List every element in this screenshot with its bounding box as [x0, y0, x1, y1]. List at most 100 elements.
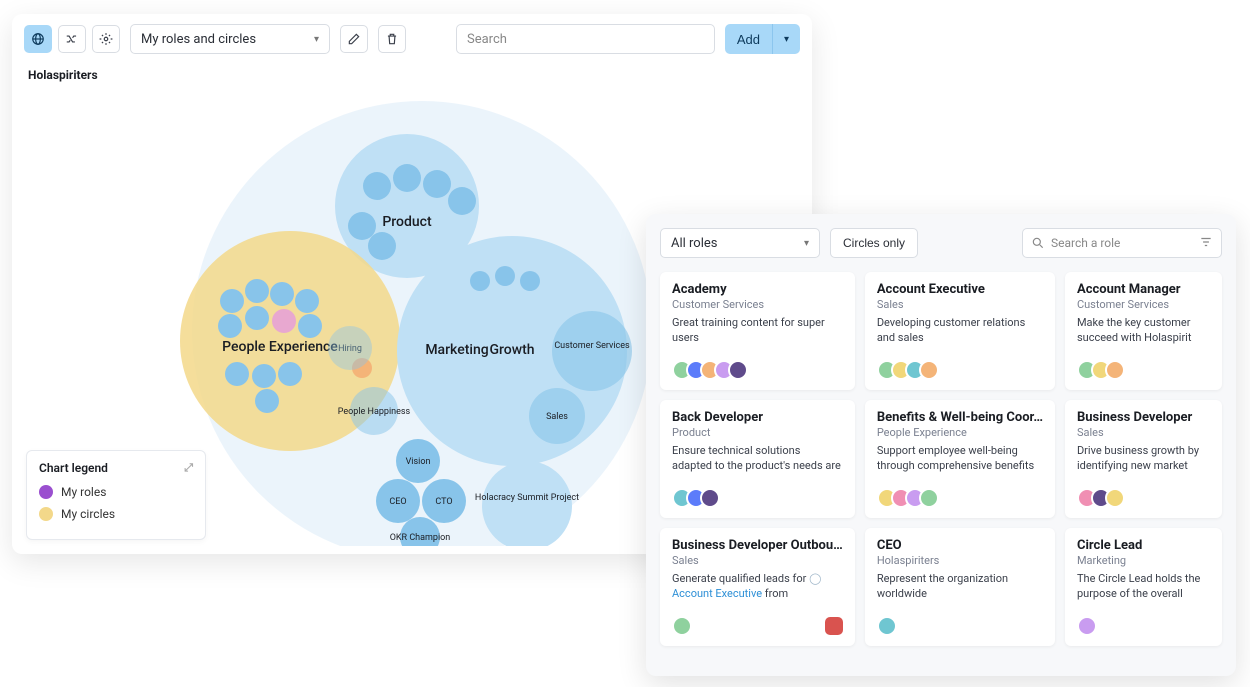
globe-icon [31, 32, 45, 46]
map-search-input[interactable]: Search [456, 24, 715, 54]
legend-label: My roles [61, 485, 106, 499]
card-circle: Customer Services [1077, 298, 1210, 311]
card-avatars [877, 608, 1043, 636]
card-title: Benefits & Well-being Coor… [877, 410, 1043, 425]
card-title: Back Developer [672, 410, 843, 425]
legend-item-circles: My circles [39, 507, 193, 521]
swatch-purple [39, 485, 53, 499]
card-avatars [877, 352, 1043, 380]
roles-toolbar: All roles ▾ Circles only Search a role [660, 228, 1222, 258]
holaspirit-badge [825, 617, 843, 635]
role-card[interactable]: Business Developer Sales Drive business … [1065, 400, 1222, 518]
card-desc: Developing customer relations and sales [877, 316, 1043, 346]
gear-icon [99, 32, 113, 46]
card-title: Account Manager [1077, 282, 1210, 297]
circles-only-toggle[interactable]: Circles only [830, 228, 918, 258]
svg-text:Vision: Vision [406, 457, 431, 467]
card-desc: Represent the organization worldwide [877, 572, 1043, 602]
role-card[interactable]: CEO Holaspiriters Represent the organiza… [865, 528, 1055, 646]
svg-text:Sales: Sales [546, 412, 568, 422]
card-title: CEO [877, 538, 1043, 553]
avatar [919, 488, 939, 508]
swatch-yellow [39, 507, 53, 521]
role-card[interactable]: Business Developer Outbou… Sales Generat… [660, 528, 855, 646]
view-mode-group [24, 25, 120, 53]
card-desc: Generate qualified leads for ◯ Account E… [672, 572, 843, 602]
org-title: Holaspiriters [12, 64, 812, 86]
add-button-group: Add ▾ [725, 24, 800, 54]
search-placeholder: Search [467, 32, 507, 47]
add-button[interactable]: Add [725, 24, 772, 54]
card-circle: Sales [1077, 426, 1210, 439]
roles-filter-label: All roles [671, 236, 717, 251]
svg-text:Holacracy Summit Project: Holacracy Summit Project [475, 493, 579, 503]
card-circle: People Experience [877, 426, 1043, 439]
card-desc: Support employee well-being through comp… [877, 444, 1043, 474]
svg-text:OKR Champion: OKR Champion [390, 533, 451, 543]
card-circle: Product [672, 426, 843, 439]
svg-text:CTO: CTO [435, 497, 452, 507]
role-link[interactable]: Account Executive [672, 587, 762, 600]
filter-icon[interactable] [1199, 235, 1213, 252]
map-toolbar: My roles and circles ▾ Search Add ▾ [12, 14, 812, 64]
chevron-down-icon: ▾ [804, 238, 809, 249]
roles-search-input[interactable]: Search a role [1022, 228, 1222, 258]
edit-icon [347, 32, 361, 46]
card-title: Business Developer Outbou… [672, 538, 843, 553]
svg-text:People Experience: People Experience [222, 339, 338, 355]
trash-icon [385, 32, 399, 46]
role-card[interactable]: Benefits & Well-being Coor… People Exper… [865, 400, 1055, 518]
collapse-icon[interactable]: ⤢ [184, 461, 193, 475]
search-placeholder: Search a role [1051, 236, 1120, 250]
card-circle: Holaspiriters [877, 554, 1043, 567]
settings-view-button[interactable] [92, 25, 120, 53]
legend-item-roles: My roles [39, 485, 193, 499]
card-desc: The Circle Lead holds the purpose of the… [1077, 572, 1210, 602]
globe-view-button[interactable] [24, 25, 52, 53]
svg-text:Growth: Growth [489, 342, 534, 358]
role-card[interactable]: Circle Lead Marketing The Circle Lead ho… [1065, 528, 1222, 646]
role-card[interactable]: Academy Customer Services Great training… [660, 272, 855, 390]
svg-text:Customer Services: Customer Services [554, 341, 630, 351]
svg-text:Product: Product [382, 214, 432, 230]
role-card[interactable]: Account Manager Customer Services Make t… [1065, 272, 1222, 390]
card-desc: Great training content for super users [672, 316, 843, 346]
roles-panel: All roles ▾ Circles only Search a role A… [646, 214, 1236, 676]
role-card[interactable]: Back Developer Product Ensure technical … [660, 400, 855, 518]
search-icon [1031, 236, 1045, 250]
svg-text:People Happiness: People Happiness [338, 407, 411, 417]
delete-button[interactable] [378, 25, 406, 53]
avatar [1105, 488, 1125, 508]
card-title: Circle Lead [1077, 538, 1210, 553]
svg-text:Marketing: Marketing [425, 342, 488, 358]
map-filter-label: My roles and circles [141, 32, 256, 47]
card-avatars [1077, 480, 1210, 508]
avatar [919, 360, 939, 380]
card-desc: Make the key customer succeed with Holas… [1077, 316, 1210, 346]
legend-label: My circles [61, 507, 115, 521]
card-desc: Drive business growth by identifying new… [1077, 444, 1210, 474]
card-title: Account Executive [877, 282, 1043, 297]
avatar [700, 488, 720, 508]
map-filter-dropdown[interactable]: My roles and circles ▾ [130, 24, 330, 54]
svg-text:CEO: CEO [389, 497, 406, 507]
shuffle-view-button[interactable] [58, 25, 86, 53]
card-title: Business Developer [1077, 410, 1210, 425]
avatar [1077, 616, 1097, 636]
edit-button[interactable] [340, 25, 368, 53]
add-dropdown-button[interactable]: ▾ [772, 24, 800, 54]
card-desc: Ensure technical solutions adapted to th… [672, 444, 843, 474]
card-avatars [672, 480, 843, 508]
role-card[interactable]: Account Executive Sales Developing custo… [865, 272, 1055, 390]
card-avatars [877, 480, 1043, 508]
card-circle: Sales [877, 298, 1043, 311]
card-circle: Marketing [1077, 554, 1210, 567]
roles-filter-dropdown[interactable]: All roles ▾ [660, 228, 820, 258]
card-avatars [672, 608, 843, 636]
avatar [672, 616, 692, 636]
card-avatars [1077, 608, 1210, 636]
card-circle: Sales [672, 554, 843, 567]
role-card-grid: Academy Customer Services Great training… [660, 272, 1222, 646]
avatar [1105, 360, 1125, 380]
card-avatars [1077, 352, 1210, 380]
